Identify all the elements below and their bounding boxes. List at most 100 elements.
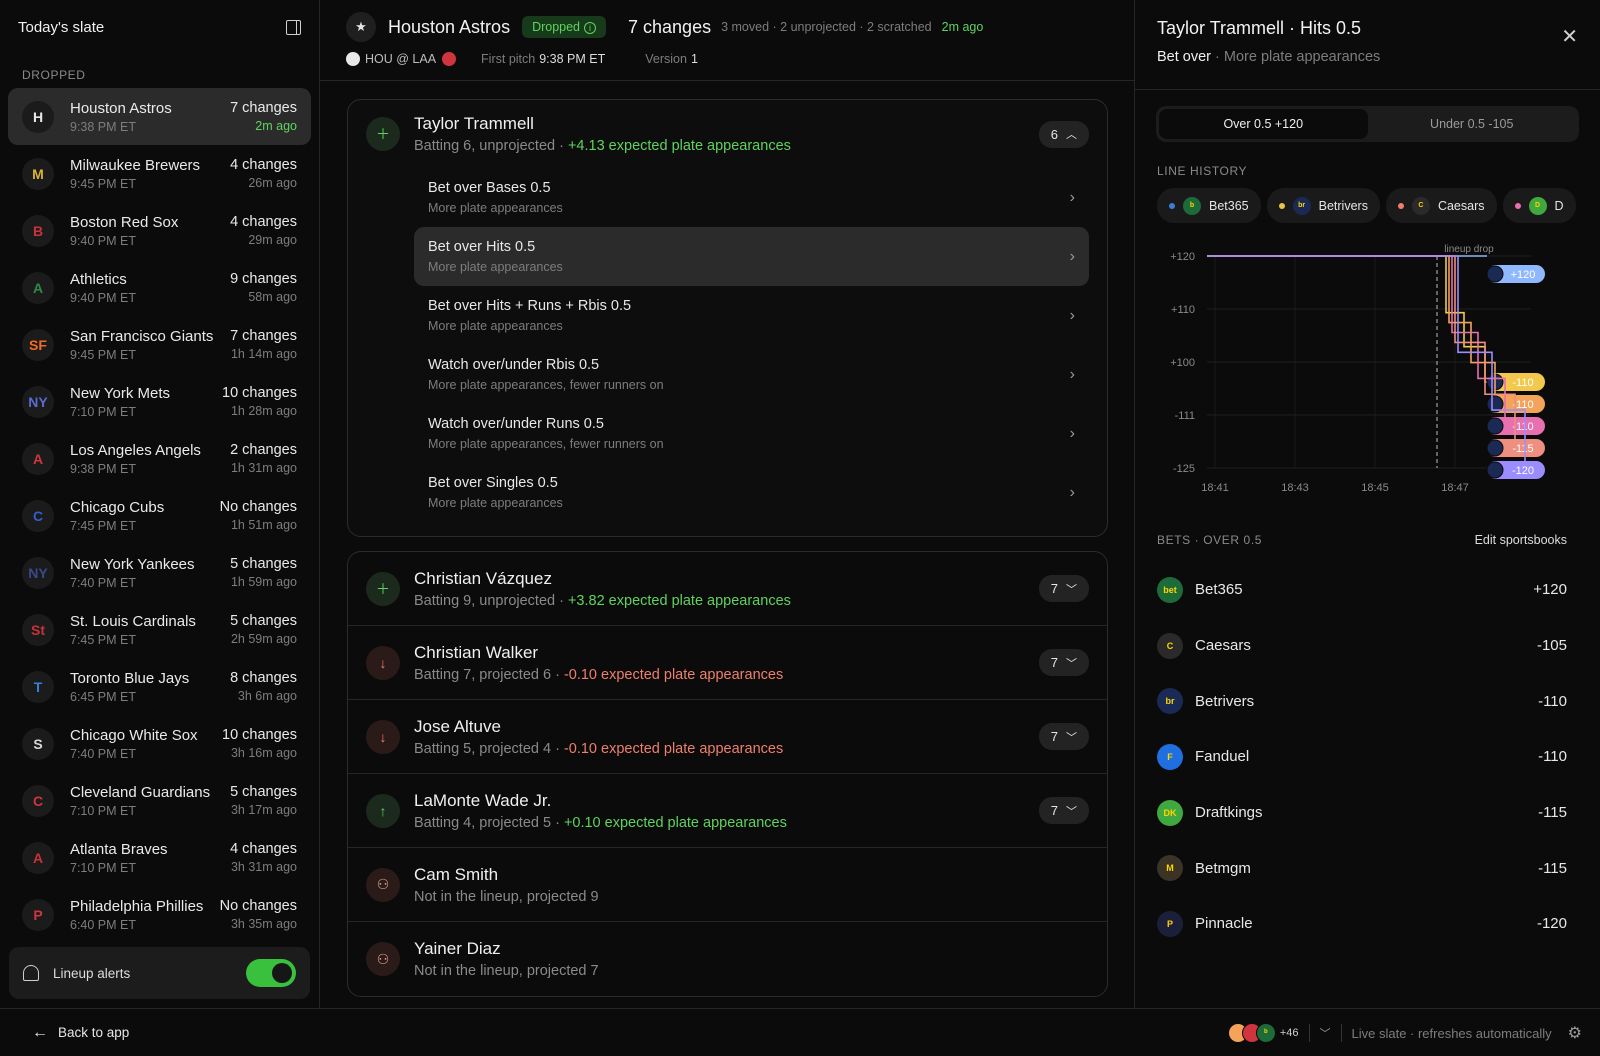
separator: · (551, 814, 564, 831)
bet-text: Bet over Hits + Runs + Rbis 0.5 More plat… (428, 298, 1070, 333)
bet-text: Watch over/under Runs 0.5 More plate appe… (428, 416, 1070, 451)
edit-sportsbooks-link[interactable]: Edit sportsbooks (1475, 533, 1567, 547)
bet-title: Bet over Singles 0.5 (428, 475, 558, 491)
bet-count-toggle[interactable]: 7 ﹀ (1038, 649, 1089, 676)
team-row[interactable]: C Cleveland Guardians 7:10 PM ET 5 changes 3… (8, 772, 311, 829)
away-team-icon (346, 52, 360, 66)
team-info: Chicago White Sox 7:40 PM ET (70, 727, 222, 761)
team-row[interactable]: A Athletics 9:40 PM ET 9 changes 58m ago (8, 259, 311, 316)
player-status: Not in the lineup, projected 7 (414, 963, 599, 979)
bet-suggestion-row[interactable]: Bet over Hits 0.5 More plate appearances › (414, 227, 1089, 286)
sportsbook-row[interactable]: P Pinnacle -120 (1157, 896, 1567, 952)
bet-title: Bet over Bases 0.5 (428, 180, 551, 196)
updated-ago: 1h 51m ago (230, 518, 297, 532)
bet-count-toggle[interactable]: 6 ︿ (1038, 120, 1089, 148)
bet-suggestion-row[interactable]: Bet over Bases 0.5 More plate appearances… (414, 168, 1089, 227)
player-name: Jose Altuve (414, 716, 501, 736)
team-row[interactable]: P Philadelphia Phillies 6:40 PM ET No chang… (8, 886, 311, 943)
team-row[interactable]: St St. Louis Cardinals 7:45 PM ET 5 changes… (8, 601, 311, 658)
bet-count-toggle[interactable]: 7 ﹀ (1038, 797, 1089, 824)
bet-suggestion-row[interactable]: Watch over/under Runs 0.5 More plate appe… (414, 404, 1089, 463)
over-tab[interactable]: Over 0.5 +120 (1159, 109, 1368, 139)
bet-count-toggle[interactable]: 7 ﹀ (1038, 575, 1089, 602)
version-label: Version (645, 52, 687, 66)
sportsbook-row[interactable]: M Betmgm -115 (1157, 840, 1567, 896)
team-info: Cleveland Guardians 7:10 PM ET (70, 784, 230, 818)
player-row[interactable]: ↓ Christian Walker Batting 7, projected 6 … (348, 626, 1107, 700)
sportsbook-row[interactable]: DK Draftkings -115 (1157, 785, 1567, 841)
player-out-icon: ⚇ (366, 867, 400, 902)
team-row[interactable]: T Toronto Blue Jays 6:45 PM ET 8 changes 3h … (8, 658, 311, 715)
team-row[interactable]: H Houston Astros 9:38 PM ET 7 changes 2m ago (8, 88, 311, 145)
detail-reason: More plate appearances (1223, 49, 1381, 65)
bet-reason: More plate appearances (428, 319, 563, 333)
team-info: Milwaukee Brewers 9:45 PM ET (70, 157, 230, 191)
team-row[interactable]: B Boston Red Sox 9:40 PM ET 4 changes 29m ag… (8, 202, 311, 259)
bet-count-toggle[interactable]: 7 ﹀ (1038, 723, 1089, 750)
change-count: 8 changes (230, 670, 297, 686)
sportsbook-row[interactable]: C Caesars -105 (1157, 618, 1567, 674)
team-row[interactable]: S Chicago White Sox 7:40 PM ET 10 changes 3h… (8, 715, 311, 772)
more-books-count[interactable]: +46 (1280, 1027, 1299, 1039)
team-row[interactable]: M Milwaukee Brewers 9:45 PM ET 4 changes 26m… (8, 145, 311, 202)
bet-count: 7 (1050, 729, 1058, 744)
sportsbook-row[interactable]: br Betrivers -110 (1157, 673, 1567, 729)
arrow-down-icon: ↓ (366, 719, 400, 754)
player-row[interactable]: ⚇ Yainer Diaz Not in the lineup, projected… (348, 922, 1107, 996)
bet-title: Watch over/under Rbis 0.5 (428, 357, 600, 373)
team-info: Chicago Cubs 7:45 PM ET (70, 499, 220, 533)
bet-suggestion-row[interactable]: Bet over Singles 0.5 More plate appearanc… (414, 463, 1089, 522)
back-to-app-link[interactable]: ← Back to app (0, 1024, 129, 1042)
sportsbook-chip[interactable]: DD (1502, 188, 1576, 223)
team-logo-icon: St (22, 613, 54, 646)
player-row[interactable]: ↓ Jose Altuve Batting 5, projected 4 · -0.… (348, 700, 1107, 774)
gear-icon[interactable]: ⚙ (1568, 1023, 1582, 1043)
player-row[interactable]: ＋ Christian Vázquez Batting 9, unprojected… (348, 552, 1107, 626)
chevron-down-icon: ﹀ (1066, 657, 1077, 670)
sportsbook-chip[interactable]: b Bet365 (1157, 188, 1261, 223)
updated-ago: 2m ago (941, 20, 984, 34)
player-row[interactable]: ↑ LaMonte Wade Jr. Batting 4, projected 5 … (348, 774, 1107, 848)
team-logo-icon: C (22, 784, 54, 817)
team-row[interactable]: NY New York Yankees 7:40 PM ET 5 changes 1h … (8, 544, 311, 601)
sportsbook-row[interactable]: F Fanduel -110 (1157, 729, 1567, 785)
collapse-sidebar-icon[interactable] (286, 19, 301, 35)
team-row[interactable]: NY New York Mets 7:10 PM ET 10 changes 1h 28… (8, 373, 311, 430)
sportsbook-logo-icon: C (1157, 632, 1183, 659)
player-added-icon: ＋ (366, 571, 400, 606)
team-row[interactable]: A Los Angeles Angels 9:38 PM ET 2 changes 1h… (8, 430, 311, 487)
sportsbook-row[interactable]: bet Bet365 +120 (1157, 562, 1567, 618)
team-logo-icon: A (22, 442, 54, 475)
sportsbook-name: Pinnacle (1195, 915, 1253, 933)
status-badge[interactable]: Dropped i (522, 16, 607, 38)
team-info: Athletics 9:40 PM ET (70, 271, 230, 305)
player-name: Christian Vázquez (414, 568, 552, 588)
chevron-right-icon: › (1069, 188, 1075, 206)
team-row[interactable]: A Atlanta Braves 7:10 PM ET 4 changes 3h 31m… (8, 829, 311, 886)
change-count: 9 changes (230, 271, 297, 287)
player-header[interactable]: ＋ Taylor Trammell Batting 6, unprojected… (348, 100, 1107, 168)
team-info: Atlanta Braves 7:10 PM ET (70, 841, 230, 875)
sportsbook-chip[interactable]: br Betrivers (1266, 188, 1380, 223)
series-line (1207, 255, 1506, 427)
lineup-alerts-toggle[interactable] (246, 959, 296, 987)
team-meta: 5 changes 3h 17m ago (230, 784, 297, 817)
team-name: Chicago Cubs (70, 498, 165, 516)
under-tab[interactable]: Under 0.5 -105 (1368, 109, 1577, 139)
sportsbook-odds: -110 (1538, 748, 1567, 766)
team-row[interactable]: SF San Francisco Giants 9:45 PM ET 7 change… (8, 316, 311, 373)
first-pitch: 7:45 PM ET (70, 518, 136, 533)
series-line (1207, 255, 1487, 383)
chevron-down-icon[interactable]: ﹀ (1320, 1025, 1331, 1041)
sportsbook-logo-icon (1486, 417, 1504, 435)
bet-suggestion-row[interactable]: Bet over Hits + Runs + Rbis 0.5 More plat… (414, 286, 1089, 345)
team-row[interactable]: C Chicago Cubs 7:45 PM ET No changes 1h 51m … (8, 487, 311, 544)
sportsbook-chip[interactable]: C Caesars (1385, 188, 1497, 223)
player-row[interactable]: ⚇ Cam Smith Not in the lineup, projected 9 (348, 848, 1107, 922)
bet-reason: More plate appearances, fewer runners on (428, 378, 664, 392)
sportsbook-logo-icon: P (1157, 910, 1183, 937)
first-pitch: 7:10 PM ET (70, 860, 136, 875)
bet-reason: More plate appearances, fewer runners on (428, 437, 664, 451)
bet-suggestion-row[interactable]: Watch over/under Rbis 0.5 More plate appe… (414, 345, 1089, 404)
close-icon[interactable]: ✕ (1561, 24, 1578, 49)
